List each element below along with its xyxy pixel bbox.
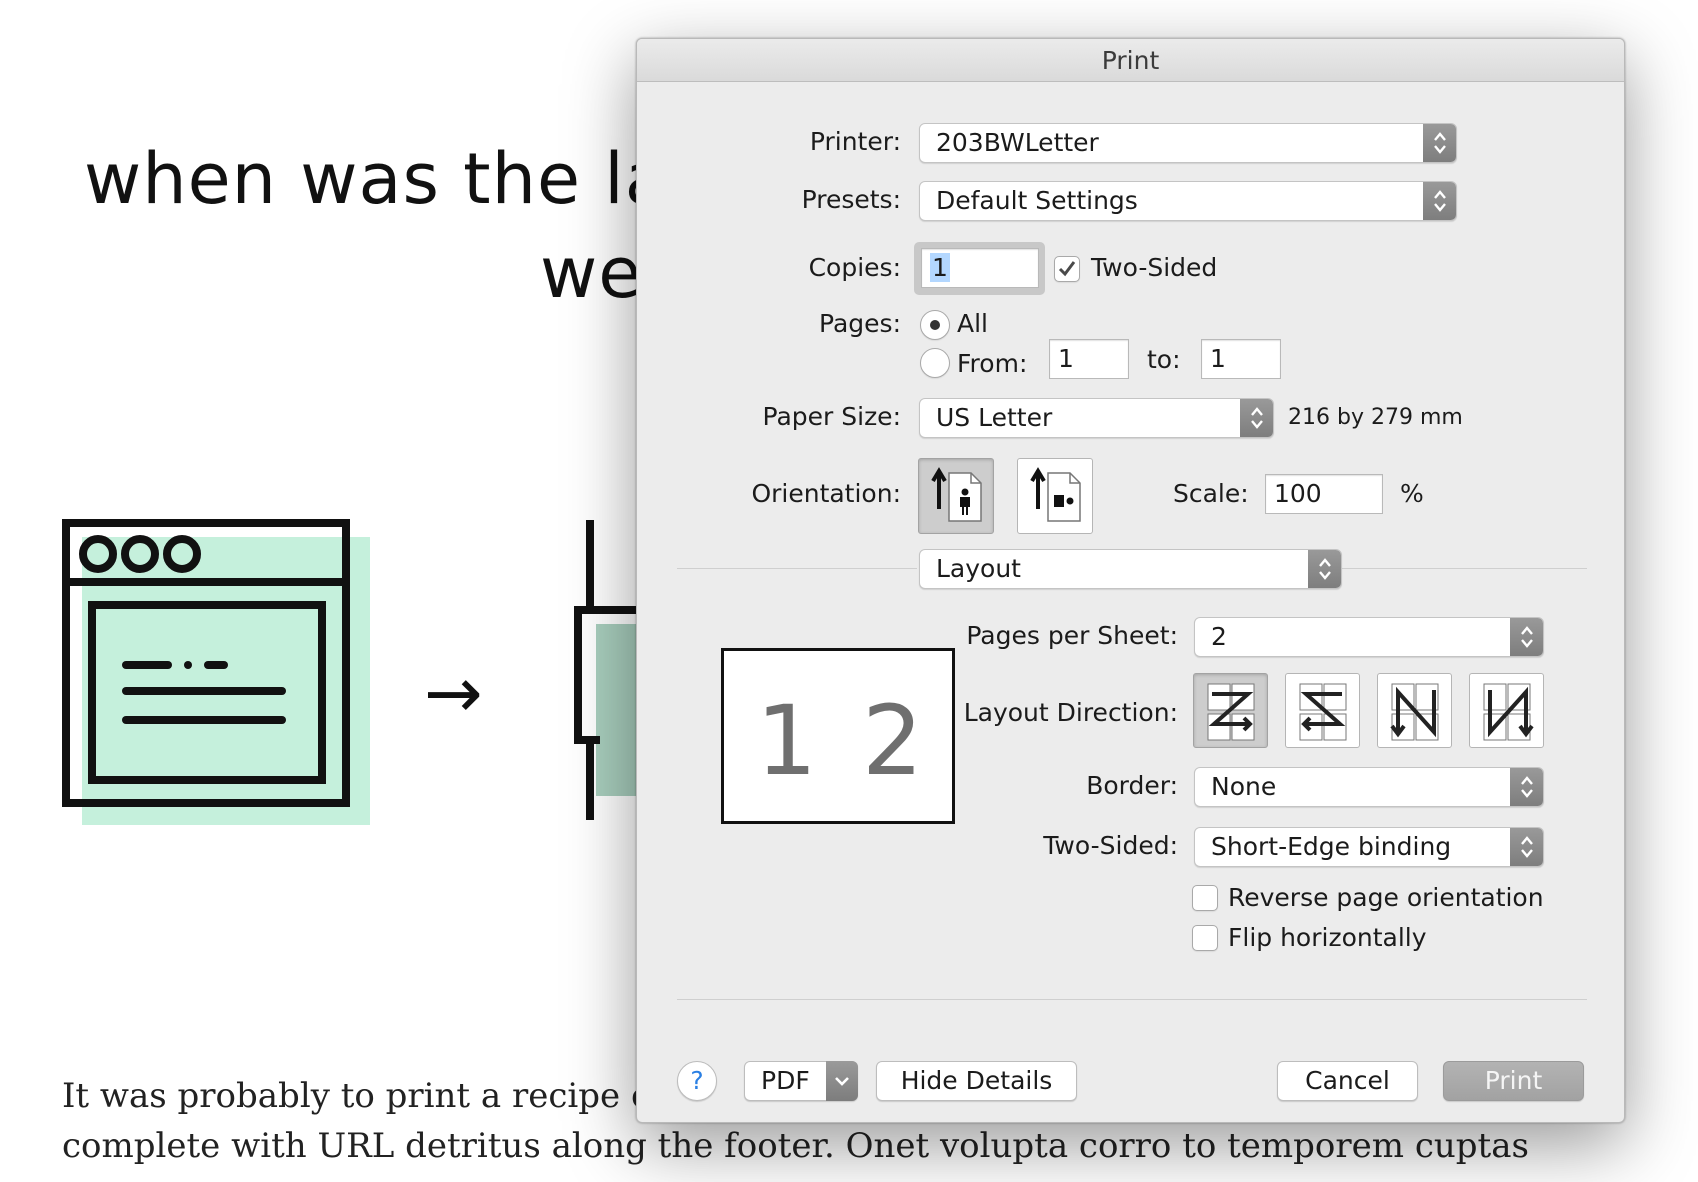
copies-value: 1 [930,253,950,282]
popup-stepper-icon [1510,828,1543,866]
binding-edge-marker [721,648,724,824]
browser-window-illustration-icon [62,519,370,825]
layout-direction-n-reverse-button[interactable] [1377,673,1452,748]
paper-size-popup[interactable]: US Letter [919,398,1274,438]
scale-field[interactable]: 100 [1265,474,1383,514]
pages-from-radio[interactable] [920,348,950,378]
popup-stepper-icon [1240,399,1273,437]
section-value: Layout [936,554,1021,583]
printer-value: 203BWLetter [936,128,1099,157]
presets-value: Default Settings [936,186,1138,215]
layout-direction-n-button[interactable] [1469,673,1544,748]
border-popup[interactable]: None [1194,767,1544,807]
layout-reverse-n-icon [1390,683,1439,741]
two-sided-binding-popup[interactable]: Short-Edge binding [1194,827,1544,867]
checkmark-icon [1058,261,1076,277]
paper-size-value: US Letter [936,403,1053,432]
two-sided-checkbox[interactable] [1054,256,1080,282]
pages-per-sheet-label: Pages per Sheet: [966,621,1178,650]
flip-horizontally-label: Flip horizontally [1228,923,1427,952]
orientation-landscape-button[interactable] [1017,458,1093,534]
paper-size-label: Paper Size: [762,402,902,431]
landscape-orientation-icon [1030,467,1081,522]
background-body-line-1: It was probably to print a recipe or s [62,1076,696,1116]
popup-stepper-icon [1423,182,1456,220]
pages-from-field[interactable]: 1 [1049,339,1129,379]
pages-to-label: to: [1147,345,1181,374]
printer-popup[interactable]: 203BWLetter [919,123,1457,163]
reverse-page-orientation-checkbox[interactable] [1192,885,1218,911]
pages-label: Pages: [819,309,901,338]
layout-direction-label: Layout Direction: [963,698,1178,727]
pdf-menu-button[interactable]: PDF [744,1061,858,1101]
scale-label: Scale: [1173,479,1249,508]
reverse-page-orientation-label: Reverse page orientation [1228,883,1544,912]
pages-per-sheet-popup[interactable]: 2 [1194,617,1544,657]
layout-direction-z-button[interactable] [1193,673,1268,748]
presets-popup[interactable]: Default Settings [919,181,1457,221]
section-separator-left [677,568,917,569]
orientation-portrait-button[interactable] [918,458,994,534]
background-heading-line-1: when was the las [84,138,707,220]
pages-to-field[interactable]: 1 [1201,339,1281,379]
footer-separator [677,999,1587,1000]
dialog-title: Print [637,39,1624,82]
layout-reverse-z-icon [1299,683,1347,741]
background-body-line-2: complete with URL detritus along the foo… [62,1126,1529,1166]
chevron-down-icon [835,1077,849,1086]
layout-n-icon [1483,683,1534,741]
pdf-label: PDF [761,1066,810,1095]
cancel-button[interactable]: Cancel [1277,1061,1418,1101]
section-separator-right [1342,568,1587,569]
pages-from-label: From: [957,349,1028,378]
preview-page-2: 2 [862,685,924,797]
pages-all-label: All [957,309,988,338]
layout-z-icon [1207,683,1255,741]
hide-details-button[interactable]: Hide Details [876,1061,1077,1101]
scale-unit: % [1400,479,1424,508]
orientation-label: Orientation: [751,479,901,508]
printer-label: Printer: [809,127,901,156]
popup-stepper-icon [1510,618,1543,656]
two-sided-label: Two-Sided [1091,253,1218,282]
portrait-orientation-icon [931,467,982,522]
popup-stepper-icon [1423,124,1456,162]
print-button[interactable]: Print [1443,1061,1584,1101]
layout-preview: 1 2 [721,648,955,824]
border-value: None [1211,772,1277,801]
popup-stepper-icon [1308,550,1341,588]
copies-field[interactable]: 1 [921,248,1039,288]
background-heading-line-2: we [540,232,643,314]
radio-selected-dot [930,320,940,330]
help-button[interactable]: ? [677,1061,717,1101]
paper-dimensions: 216 by 279 mm [1288,405,1463,430]
pdf-dropdown-arrow [826,1061,858,1101]
two-sided-binding-value: Short-Edge binding [1211,832,1452,861]
presets-label: Presets: [801,185,901,214]
two-sided-binding-label: Two-Sided: [1043,831,1178,860]
preview-page-1: 1 [756,685,818,797]
print-dialog: Print Printer: 203BWLetter Presets: Defa… [636,38,1625,1123]
pages-all-radio[interactable] [920,310,950,340]
popup-stepper-icon [1510,768,1543,806]
pages-per-sheet-value: 2 [1211,622,1227,651]
border-label: Border: [1086,771,1178,800]
section-popup[interactable]: Layout [919,549,1342,589]
copies-label: Copies: [808,253,901,282]
flip-horizontally-checkbox[interactable] [1192,925,1218,951]
layout-direction-s-button[interactable] [1285,673,1360,748]
arrow-right-icon: → [424,652,483,734]
